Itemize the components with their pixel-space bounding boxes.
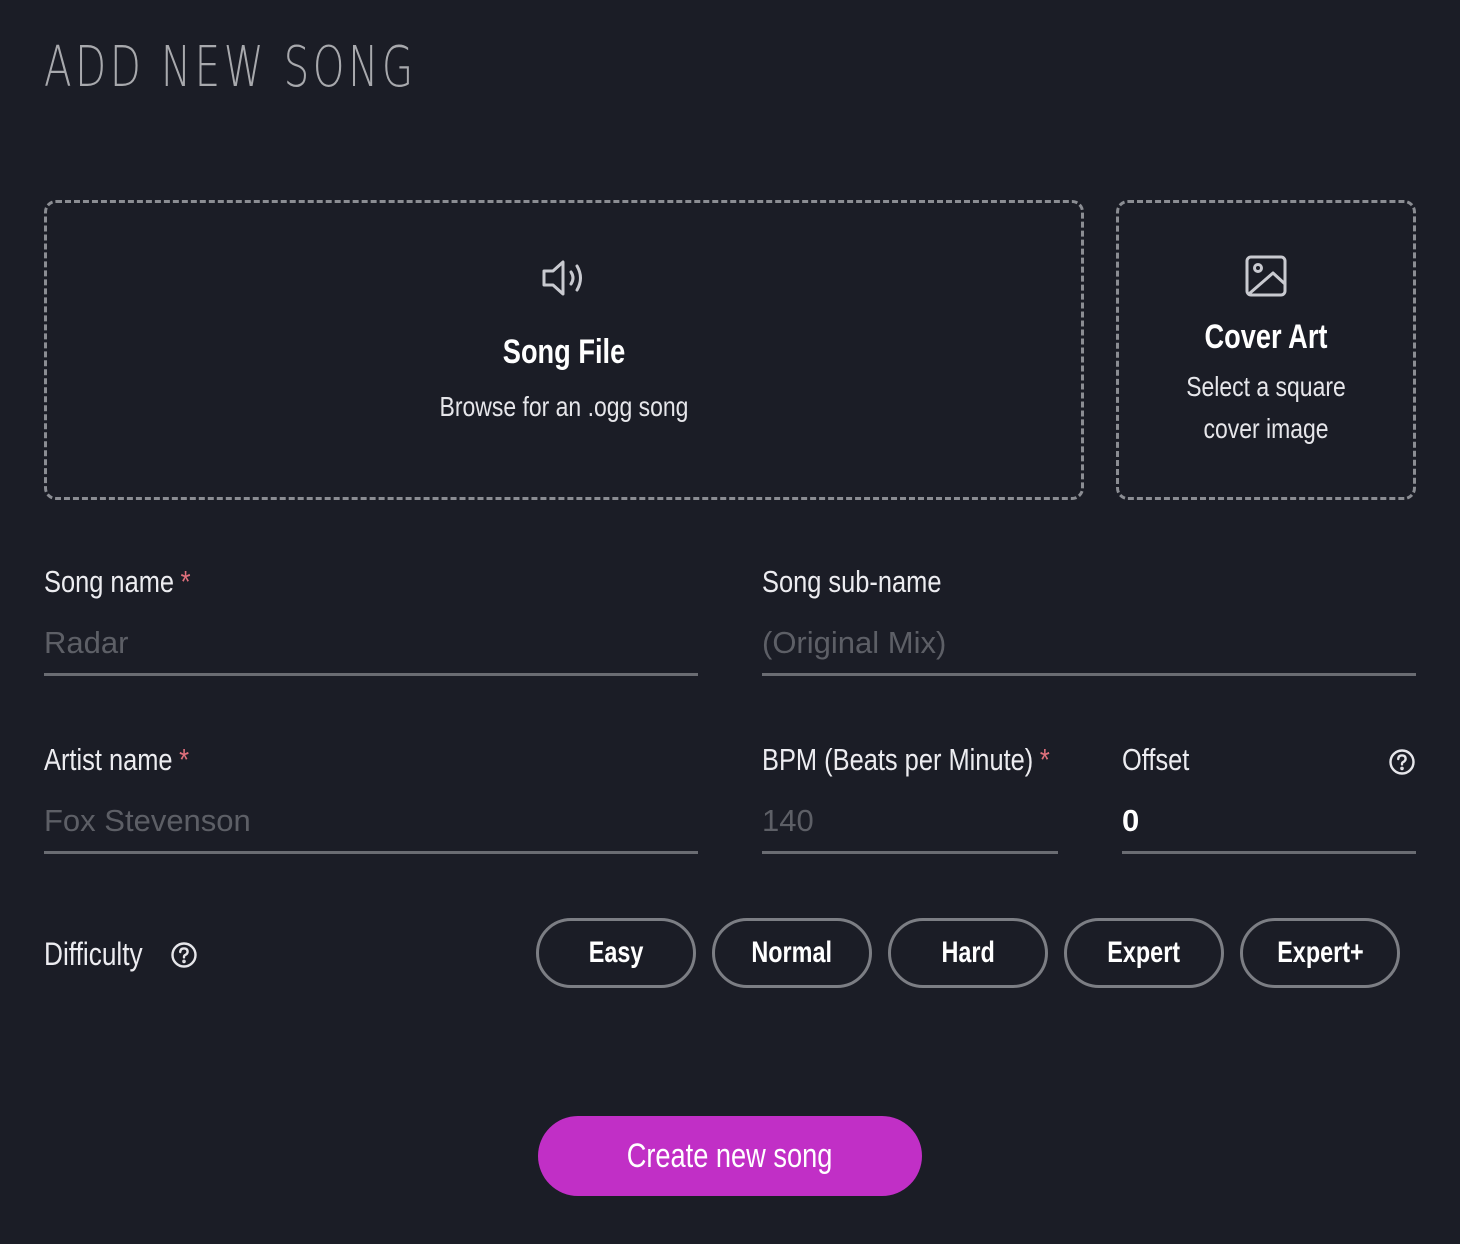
song-file-title: Song File <box>502 333 626 371</box>
song-file-subtitle: Browse for an .ogg song <box>439 391 689 422</box>
difficulty-label-text: Difficulty <box>44 936 143 972</box>
artist-name-label: Artist name * <box>44 742 190 777</box>
help-circle-icon[interactable] <box>170 941 198 969</box>
required-mark: * <box>180 564 191 599</box>
speaker-icon <box>542 260 582 296</box>
artist-name-field: Artist name * <box>44 744 698 854</box>
song-name-label: Song name * <box>44 564 191 599</box>
required-mark: * <box>179 742 190 777</box>
difficulty-expert-button[interactable]: Expert <box>1064 918 1224 988</box>
song-sub-name-label: Song sub-name <box>762 564 942 599</box>
difficulty-hard-button[interactable]: Hard <box>888 918 1048 988</box>
bpm-input[interactable] <box>762 800 1058 854</box>
bpm-label: BPM (Beats per Minute) * <box>762 742 1050 777</box>
cover-art-subtitle: Select a square cover image <box>1186 371 1346 444</box>
create-song-button[interactable]: Create new song <box>538 1116 922 1196</box>
cover-art-title: Cover Art <box>1204 318 1328 356</box>
artist-name-input[interactable] <box>44 800 698 854</box>
required-mark: * <box>1039 742 1050 777</box>
difficulty-normal-button[interactable]: Normal <box>712 918 872 988</box>
song-sub-name-input[interactable] <box>762 622 1416 676</box>
song-name-field: Song name * <box>44 566 698 676</box>
offset-field: Offset <box>1122 744 1416 854</box>
song-sub-name-field: Song sub-name <box>762 566 1416 676</box>
image-icon <box>1245 255 1287 297</box>
difficulty-expert-plus-button[interactable]: Expert+ <box>1240 918 1400 988</box>
help-circle-icon[interactable] <box>1388 748 1416 776</box>
song-file-dropzone[interactable]: Song File Browse for an .ogg song <box>44 200 1084 500</box>
bpm-field: BPM (Beats per Minute) * <box>762 744 1058 854</box>
offset-input[interactable] <box>1122 800 1416 854</box>
difficulty-label: Difficulty <box>44 936 198 973</box>
offset-label: Offset <box>1122 742 1190 777</box>
page-title: ADD NEW SONG <box>44 35 417 100</box>
song-name-input[interactable] <box>44 622 698 676</box>
cover-art-dropzone[interactable]: Cover Art Select a square cover image <box>1116 200 1416 500</box>
difficulty-easy-button[interactable]: Easy <box>536 918 696 988</box>
